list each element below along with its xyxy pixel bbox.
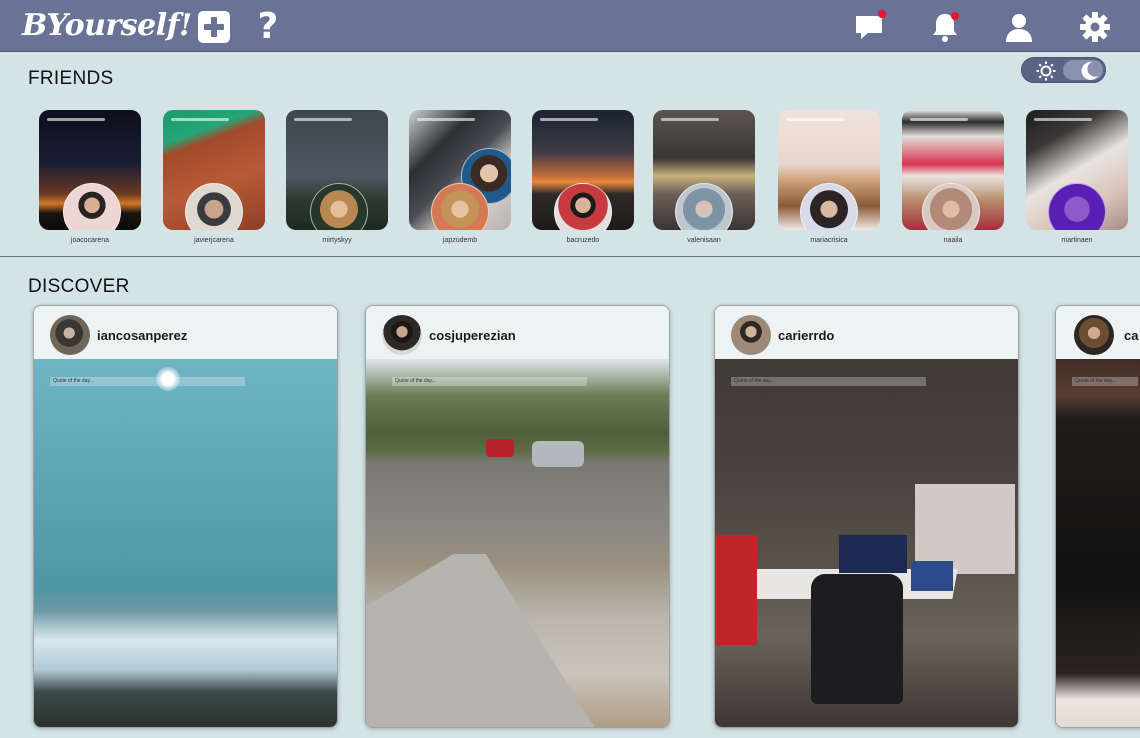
post-avatar[interactable]	[731, 315, 771, 355]
friend-avatar	[310, 183, 368, 230]
post-avatar[interactable]	[50, 315, 90, 355]
friends-section-title: FRIENDS	[28, 68, 114, 89]
discover-section-title: DISCOVER	[28, 276, 130, 297]
friend-story-2[interactable]	[163, 110, 265, 230]
post-card[interactable]: iancosanperez Quote of the day...	[33, 305, 338, 728]
settings-button[interactable]	[1078, 10, 1112, 44]
story-progress-bar	[417, 118, 475, 121]
quote-of-the-day: Quote of the day...	[731, 377, 926, 386]
app-logo[interactable]: BYourself!	[22, 8, 192, 43]
story-progress-bar	[171, 118, 229, 121]
story-progress-bar	[1034, 118, 1092, 121]
parked-car	[532, 441, 584, 467]
sidewalk	[366, 554, 596, 727]
quote-of-the-day: Quote of the day...	[50, 377, 245, 386]
story-progress-bar	[294, 118, 352, 121]
story-progress-bar	[910, 118, 968, 121]
friend-username[interactable]: martinaen	[1026, 237, 1128, 244]
friend-avatar	[554, 183, 612, 230]
friend-story-7[interactable]	[778, 110, 880, 230]
friend-story-9[interactable]	[1026, 110, 1128, 230]
monitor	[839, 535, 907, 573]
post-header: iancosanperez	[34, 306, 337, 359]
notifications-dot	[951, 12, 959, 20]
story-progress-bar	[540, 118, 598, 121]
post-image[interactable]: Quote of the day...	[715, 359, 1018, 727]
quote-of-the-day: Quote of the day...	[1072, 377, 1138, 386]
plus-icon	[198, 11, 230, 43]
top-bar: BYourself! ?	[0, 0, 1140, 52]
story-progress-bar	[786, 118, 844, 121]
post-username[interactable]: carierrdo	[778, 328, 834, 343]
friend-avatar	[800, 183, 858, 230]
post-avatar[interactable]	[382, 315, 422, 355]
notifications-button[interactable]	[928, 10, 962, 44]
parked-car	[486, 439, 514, 457]
friend-story-5[interactable]	[532, 110, 634, 230]
create-post-button[interactable]	[197, 10, 231, 44]
friend-avatar	[185, 183, 243, 230]
post-card[interactable]: cosjuperezian Quote of the day...	[365, 305, 670, 728]
theme-toggle[interactable]	[1021, 57, 1106, 83]
post-avatar[interactable]	[1074, 315, 1114, 355]
friend-username[interactable]: naaila	[902, 237, 1004, 244]
post-username[interactable]: cosjuperezian	[429, 328, 516, 343]
friend-avatar	[1048, 183, 1106, 230]
friend-story-8[interactable]	[902, 110, 1004, 230]
friend-avatar	[63, 183, 121, 230]
post-username[interactable]: iancosanperez	[97, 328, 187, 343]
profile-button[interactable]	[1002, 10, 1036, 44]
section-divider	[0, 256, 1140, 257]
messages-notification-dot	[878, 10, 886, 18]
friend-avatar	[675, 183, 733, 230]
friend-story-4[interactable]	[409, 110, 511, 230]
moon-icon	[1081, 61, 1098, 80]
friend-username[interactable]: mariacrisica	[778, 237, 880, 244]
messages-button[interactable]	[852, 10, 886, 44]
story-progress-bar	[47, 118, 105, 121]
post-header: ca	[1056, 306, 1140, 359]
post-image[interactable]: Quote of the day...	[1056, 359, 1140, 727]
help-icon: ?	[257, 6, 279, 47]
post-image[interactable]: Quote of the day...	[366, 359, 669, 727]
friend-story-3[interactable]	[286, 110, 388, 230]
post-username[interactable]: ca	[1124, 328, 1138, 343]
monitor	[911, 561, 953, 591]
quote-of-the-day: Quote of the day...	[392, 377, 587, 386]
friend-username[interactable]: joacocarena	[39, 237, 141, 244]
friend-username[interactable]: japzudemb	[409, 237, 511, 244]
user-icon	[1006, 14, 1032, 42]
friend-story-6[interactable]	[653, 110, 755, 230]
friend-username[interactable]: javierjcarena	[163, 237, 265, 244]
red-chair	[715, 535, 757, 645]
sun-icon	[1036, 61, 1056, 81]
friend-username[interactable]: bacruzedo	[532, 237, 634, 244]
post-card[interactable]: ca Quote of the day...	[1055, 305, 1140, 728]
post-card[interactable]: carierrdo Quote of the day...	[714, 305, 1019, 728]
story-progress-bar	[661, 118, 719, 121]
black-chair	[811, 574, 903, 704]
post-header: carierrdo	[715, 306, 1018, 359]
help-button[interactable]: ?	[251, 6, 285, 47]
friend-avatar	[922, 183, 980, 230]
friend-story-1[interactable]	[39, 110, 141, 230]
post-image[interactable]: Quote of the day...	[34, 359, 337, 727]
post-header: cosjuperezian	[366, 306, 669, 359]
friend-username[interactable]: mirtyskyy	[286, 237, 388, 244]
gear-icon	[1080, 12, 1110, 42]
friend-username[interactable]: valenisaan	[653, 237, 755, 244]
